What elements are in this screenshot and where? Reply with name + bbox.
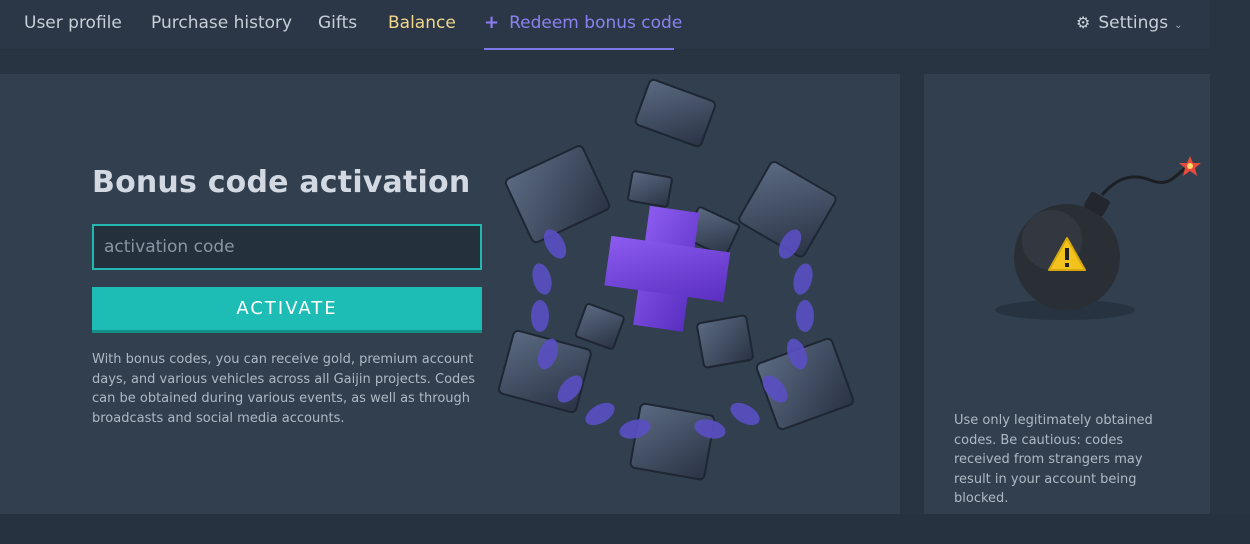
tab-redeem-label: Redeem bonus code [509, 13, 683, 33]
tab-redeem-bonus-code[interactable]: + Redeem bonus code [484, 0, 682, 50]
bomb-illustration [995, 156, 1201, 320]
plus-icon: + [484, 12, 500, 33]
activate-button[interactable]: ACTIVATE [92, 287, 482, 333]
settings-label: Settings [1098, 13, 1169, 33]
tab-balance[interactable]: Balance [388, 0, 456, 46]
footer-strip [0, 514, 1250, 544]
bonus-hero-illustration [497, 78, 855, 481]
top-navigation: User profile Purchase history Gifts Bala… [0, 0, 1210, 50]
page-title: Bonus code activation [92, 165, 471, 200]
activation-code-input[interactable] [92, 224, 482, 270]
security-warning-text: Use only legitimately obtained codes. Be… [954, 413, 1153, 506]
bonus-code-description: With bonus codes, you can receive gold, … [92, 352, 476, 426]
settings-menu[interactable]: ⚙ Settings ⌄ [1076, 0, 1182, 46]
chevron-down-icon: ⌄ [1174, 20, 1183, 31]
tab-gifts[interactable]: Gifts [318, 0, 357, 46]
gear-icon: ⚙ [1076, 13, 1091, 32]
tab-purchase-history[interactable]: Purchase history [151, 0, 292, 46]
tab-user-profile[interactable]: User profile [24, 0, 122, 46]
